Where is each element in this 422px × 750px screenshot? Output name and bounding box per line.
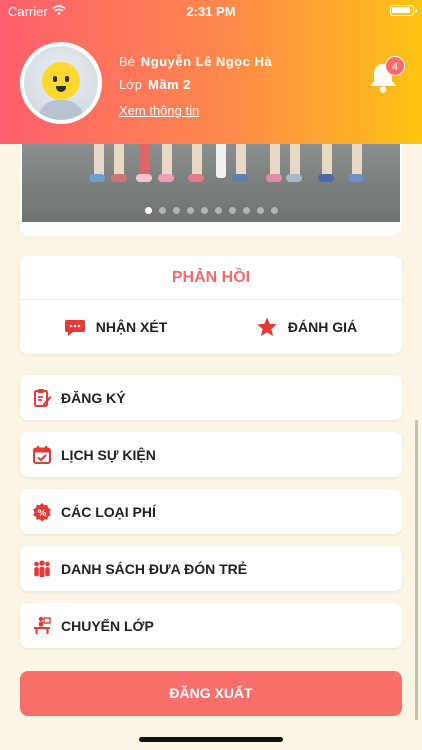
- calendar-check-icon: [32, 445, 52, 465]
- svg-text:%: %: [37, 508, 46, 518]
- comment-button[interactable]: NHẬN XÉT: [20, 300, 211, 354]
- menu-item-label: LỊCH SỰ KIỆN: [61, 446, 156, 463]
- carousel-dot[interactable]: [186, 207, 194, 214]
- carousel-dot[interactable]: [270, 207, 278, 214]
- carousel-dot[interactable]: [200, 207, 208, 214]
- carousel-dot[interactable]: [172, 207, 180, 214]
- feedback-card: PHẢN HỒI NHẬN XÉT ĐÁNH GIÁ: [20, 256, 402, 354]
- clipboard-edit-icon: [32, 388, 52, 408]
- menu-item-label: CHUYỂN LỚP: [61, 617, 154, 634]
- menu-item-pickup-list[interactable]: DANH SÁCH ĐƯA ĐÓN TRẺ: [20, 546, 402, 591]
- view-info-link[interactable]: Xem thông tin: [119, 99, 272, 122]
- comment-label: NHẬN XÉT: [95, 319, 168, 335]
- menu-item-event-calendar[interactable]: LỊCH SỰ KIỆN: [20, 432, 402, 477]
- feedback-title: PHẢN HỒI: [20, 256, 402, 300]
- battery-icon: [390, 5, 417, 16]
- scrollbar[interactable]: [415, 420, 418, 720]
- menu-item-label: ĐĂNG KÝ: [61, 389, 126, 406]
- percent-badge-icon: %: [32, 502, 52, 522]
- menu-item-change-class[interactable]: CHUYỂN LỚP: [20, 603, 402, 648]
- photo-carousel[interactable]: [20, 144, 402, 236]
- avatar[interactable]: [20, 42, 102, 124]
- child-label: Bé: [119, 54, 135, 69]
- notification-badge: 4: [385, 56, 405, 76]
- carousel-page-indicator[interactable]: [22, 207, 400, 214]
- people-group-icon: [32, 559, 52, 579]
- rating-label: ĐÁNH GIÁ: [287, 319, 358, 335]
- classroom-icon: [32, 616, 52, 636]
- child-name: Nguyễn Lê Ngọc Hà: [140, 54, 273, 69]
- class-name: Mầm 2: [148, 77, 191, 92]
- logout-button[interactable]: ĐĂNG XUẤT: [20, 671, 402, 716]
- carousel-dot[interactable]: [158, 207, 166, 214]
- emoji-face-icon: [42, 62, 80, 100]
- carousel-dot[interactable]: [228, 207, 236, 214]
- carousel-photo: [22, 144, 400, 222]
- carousel-dot[interactable]: [144, 207, 152, 214]
- menu-item-fees[interactable]: % CÁC LOẠI PHÍ: [20, 489, 402, 534]
- child-info: Bé Nguyễn Lê Ngọc Hà Lớp Mầm 2 Xem thông…: [119, 50, 272, 122]
- avatar-photo: [24, 46, 98, 120]
- clock: 2:31 PM: [186, 4, 236, 19]
- class-label: Lớp: [119, 77, 142, 92]
- star-icon: [257, 317, 277, 336]
- menu-item-label: CÁC LOẠI PHÍ: [61, 503, 156, 520]
- carousel-dot[interactable]: [256, 207, 264, 214]
- status-bar: Carrier 2:31 PM: [0, 0, 422, 22]
- carousel-dot[interactable]: [214, 207, 222, 214]
- carousel-dot[interactable]: [242, 207, 250, 214]
- profile-header: Carrier 2:31 PM Bé Nguyễn Lê Ngọc Hà Lớp…: [0, 0, 422, 144]
- menu-item-label: DANH SÁCH ĐƯA ĐÓN TRẺ: [61, 560, 248, 577]
- menu-item-register[interactable]: ĐĂNG KÝ: [20, 375, 402, 420]
- home-indicator[interactable]: [139, 737, 283, 742]
- rating-button[interactable]: ĐÁNH GIÁ: [211, 300, 402, 354]
- speech-bubble-icon: [64, 320, 85, 336]
